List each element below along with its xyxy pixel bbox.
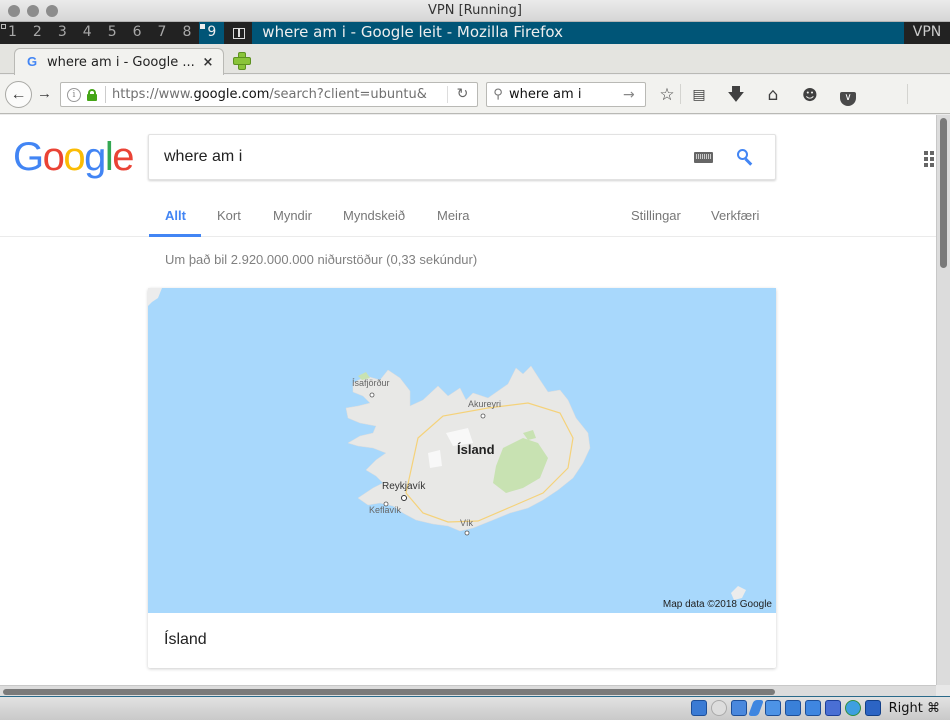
close-tab-icon[interactable]: ×: [199, 55, 217, 70]
arrow-right-icon: →: [37, 85, 52, 102]
map-credit: Map data ©2018 Google: [662, 599, 772, 610]
vbox-status-bar: Right ⌘: [0, 696, 950, 720]
workspace-bar: 1 2 3 4 5 6 7 8 9 where am i - Google le…: [0, 22, 950, 44]
tab-myndir[interactable]: Myndir: [273, 208, 312, 223]
url-text[interactable]: https://www.google.com/search?client=ubu…: [112, 87, 447, 102]
tab-meira[interactable]: Meira: [437, 208, 470, 223]
usb-icon[interactable]: [747, 700, 764, 716]
url-separator: [105, 86, 106, 103]
horizontal-scrollbar-thumb[interactable]: [3, 689, 775, 695]
map-label-vik: Vík: [460, 518, 474, 528]
workspace-1[interactable]: 1: [0, 22, 25, 44]
workspace-2[interactable]: 2: [25, 22, 50, 44]
search-go-arrow-icon[interactable]: →: [623, 87, 645, 103]
url-bar[interactable]: i https://www.google.com/search?client=u…: [60, 82, 478, 107]
tab-verkfaeri[interactable]: Verkfæri: [711, 208, 759, 223]
hard-disk-icon[interactable]: [690, 700, 707, 716]
info-icon[interactable]: i: [67, 87, 81, 102]
apps-grid-icon[interactable]: [924, 151, 936, 167]
back-button[interactable]: ←: [5, 81, 32, 108]
video-capture-icon[interactable]: [804, 700, 821, 716]
window-titlebar: VPN [Running]: [0, 0, 950, 22]
horizontal-scrollbar[interactable]: [0, 685, 950, 696]
google-search-input[interactable]: where am i: [164, 148, 242, 166]
pocket-icon[interactable]: ∨: [838, 85, 858, 106]
workspace-marker: [200, 24, 206, 29]
tab-stillingar[interactable]: Stillingar: [631, 208, 681, 223]
tab-allt[interactable]: Allt: [165, 208, 186, 223]
workspace-marker: [1, 24, 6, 29]
map-label-akureyri: Akureyri: [468, 399, 502, 409]
workspace-4[interactable]: 4: [75, 22, 100, 44]
search-bar[interactable]: ⚲ where am i →: [486, 82, 646, 107]
toolbar-separator: [680, 84, 681, 104]
forward-button[interactable]: →: [37, 85, 52, 102]
download-icon[interactable]: 🡇: [726, 85, 746, 105]
result-stats: Um það bil 2.920.000.000 niðurstöður (0,…: [165, 252, 478, 267]
workspace-6[interactable]: 6: [125, 22, 150, 44]
toolbar-separator: [907, 84, 908, 104]
focused-window-title: where am i - Google leit - Mozilla Firef…: [252, 22, 904, 44]
hello-chat-icon[interactable]: ☻: [800, 85, 820, 105]
map-card[interactable]: Ísafjörður Akureyri Ísland Reykjavík Kef…: [148, 288, 776, 668]
layout-icon[interactable]: [226, 22, 253, 44]
map-label-isafjordur: Ísafjörður: [352, 378, 390, 388]
active-tab-indicator: [149, 234, 201, 237]
tab-myndskeid[interactable]: Myndskeið: [343, 208, 405, 223]
arrow-left-icon: ←: [10, 85, 27, 103]
tab-title: where am i - Google ...: [47, 54, 195, 70]
google-logo[interactable]: Google: [13, 137, 134, 177]
lock-icon[interactable]: [87, 88, 97, 101]
google-favicon-icon: G: [26, 54, 38, 69]
workspace-9[interactable]: 9: [199, 22, 225, 44]
reload-icon[interactable]: ↻: [447, 86, 477, 103]
google-search-box[interactable]: where am i: [148, 134, 776, 180]
workspace-5[interactable]: 5: [100, 22, 125, 44]
map-label-island: Ísland: [457, 442, 495, 457]
reading-list-icon[interactable]: ▤: [689, 85, 709, 105]
map[interactable]: Ísafjörður Akureyri Ísland Reykjavík Kef…: [148, 288, 776, 613]
vertical-scrollbar[interactable]: [936, 115, 950, 685]
vertical-scrollbar-thumb[interactable]: [940, 118, 947, 268]
scroll-corner: [936, 685, 950, 696]
google-search-button[interactable]: [734, 147, 756, 169]
search-icon: ⚲: [493, 87, 503, 102]
star-icon[interactable]: ☆: [657, 85, 677, 105]
keyboard-capture-icon[interactable]: [864, 700, 881, 716]
host-key-label: Right ⌘: [888, 700, 940, 716]
mouse-integration-icon[interactable]: [844, 700, 861, 716]
network-icon[interactable]: [730, 700, 747, 716]
search-tabs: Allt Kort Myndir Myndskeið Meira Stillin…: [0, 195, 936, 237]
workspace-7[interactable]: 7: [150, 22, 175, 44]
workspace-8[interactable]: 8: [174, 22, 199, 44]
cpu-icon[interactable]: [824, 700, 841, 716]
page-content: Google where am i Allt Kort Myndir Mynds…: [0, 115, 936, 685]
new-tab-plus-icon[interactable]: [232, 51, 251, 70]
display-icon[interactable]: [784, 700, 801, 716]
browser-tab[interactable]: G where am i - Google ... ×: [14, 48, 224, 75]
search-bar-value[interactable]: where am i: [509, 87, 623, 102]
window-title: VPN [Running]: [427, 3, 522, 18]
vpn-indicator: VPN: [904, 22, 950, 44]
tab-strip: G where am i - Google ... ×: [0, 44, 950, 75]
navigation-toolbar: ← → i https://www.google.com/search?clie…: [0, 75, 950, 178]
map-label-keflavik: Keflavík: [369, 505, 402, 515]
map-card-title[interactable]: Ísland: [164, 631, 207, 649]
map-label-reykjavik: Reykjavík: [382, 481, 426, 492]
shared-folders-icon[interactable]: [764, 700, 781, 716]
optical-drive-icon[interactable]: [710, 700, 727, 716]
keyboard-icon[interactable]: [694, 152, 713, 163]
workspace-3[interactable]: 3: [50, 22, 75, 44]
tab-kort[interactable]: Kort: [217, 208, 241, 223]
home-icon[interactable]: ⌂: [763, 85, 783, 105]
